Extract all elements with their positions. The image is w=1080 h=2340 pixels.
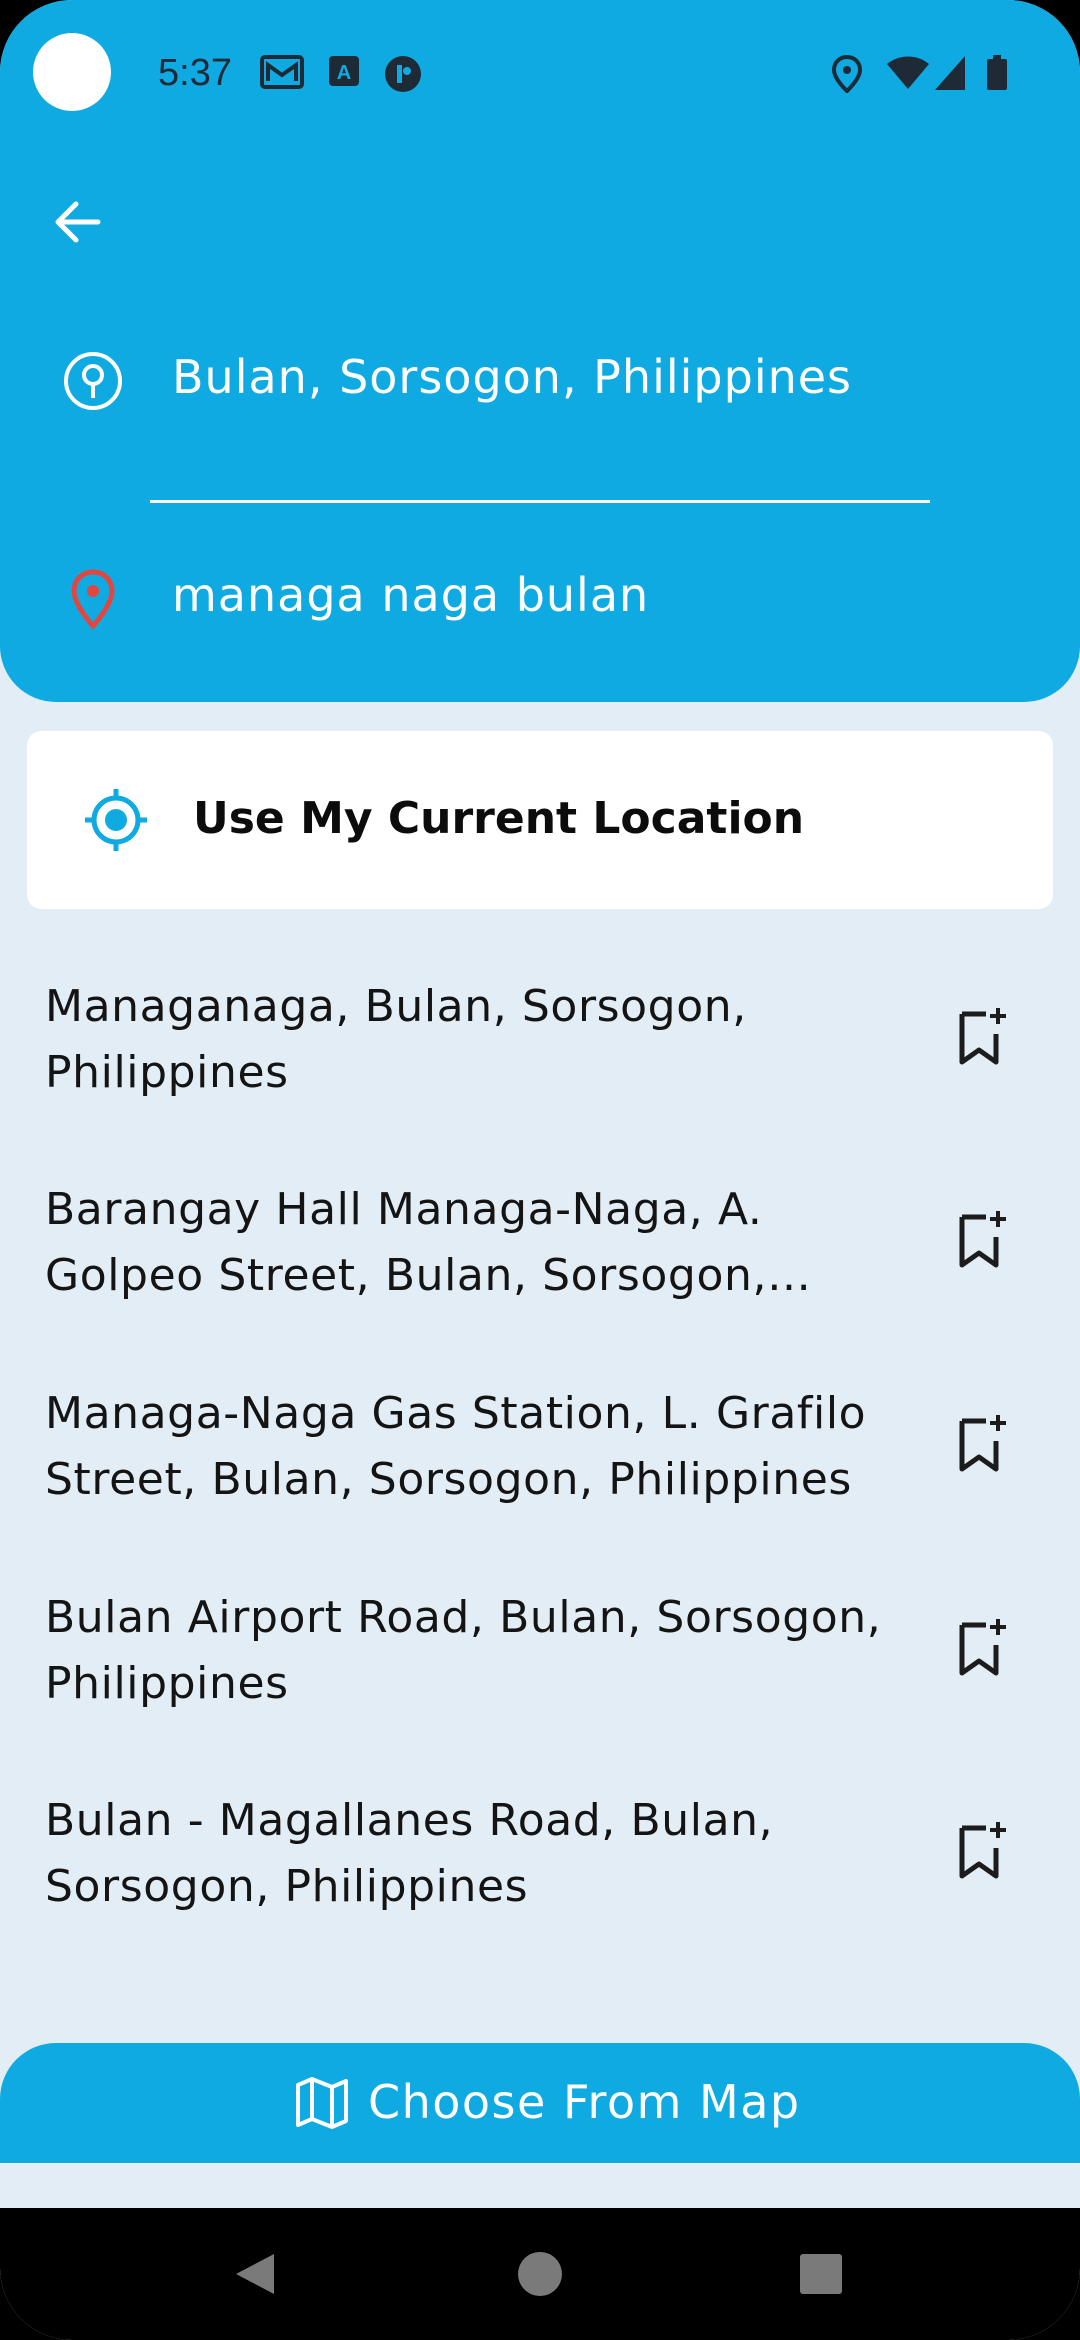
list-item[interactable]: Barangay Hall Managa-Naga, A. Golpeo Str… <box>0 1177 1080 1347</box>
destination-value[interactable]: managa naga bulan <box>172 568 649 622</box>
status-bar: 5:37 A <box>0 0 1080 150</box>
use-current-location-button[interactable]: Use My Current Location <box>27 731 1053 909</box>
choose-from-map-label: Choose From Map <box>368 2075 801 2129</box>
result-text: Managanaga, Bulan, Sorsogon, Philippines <box>45 981 747 1098</box>
use-current-location-label: Use My Current Location <box>193 793 805 844</box>
svg-text:A: A <box>337 62 351 84</box>
destination-field[interactable]: managa naga bulan <box>0 538 1080 658</box>
navigation-bar <box>0 2208 1080 2340</box>
result-text: Bulan Airport Road, Bulan, Sorsogon, Phi… <box>45 1592 882 1709</box>
nav-back-icon[interactable] <box>232 2250 278 2302</box>
choose-from-map-button[interactable]: Choose From Map <box>0 2043 1080 2163</box>
signal-icon <box>934 55 966 95</box>
wifi-icon <box>886 55 930 95</box>
origin-field[interactable]: Bulan, Sorsogon, Philippines <box>0 320 1080 440</box>
location-icon <box>831 54 863 97</box>
camera-cutout <box>33 33 111 111</box>
result-text: Barangay Hall Managa-Naga, A. Golpeo Str… <box>45 1184 768 1301</box>
gps-target-icon <box>83 787 149 853</box>
list-item[interactable]: Bulan - Magallanes Road, Bulan, Sorsogon… <box>0 1788 1080 1958</box>
gmail-icon <box>260 55 304 93</box>
screen: 5:37 A Bulan, Sorsogon, Philippines mana… <box>0 0 1080 2340</box>
text-icon: A <box>328 55 360 93</box>
nav-home-icon[interactable] <box>516 2250 564 2302</box>
list-item[interactable]: Managanaga, Bulan, Sorsogon, Philippines <box>0 974 1080 1144</box>
bookmark-add-icon[interactable] <box>952 1818 1012 1882</box>
origin-pin-icon <box>62 350 124 412</box>
list-item[interactable]: Managa-Naga Gas Station, L. Grafilo Stre… <box>0 1381 1080 1551</box>
bookmark-add-icon[interactable] <box>952 1207 1012 1271</box>
bookmark-add-icon[interactable] <box>952 1411 1012 1475</box>
result-text: Managa-Naga Gas Station, L. Grafilo Stre… <box>45 1388 867 1505</box>
list-item[interactable]: Bulan Airport Road, Bulan, Sorsogon, Phi… <box>0 1585 1080 1755</box>
map-icon <box>294 2075 350 2131</box>
bookmark-add-icon[interactable] <box>952 1004 1012 1068</box>
field-divider <box>150 500 930 503</box>
origin-value[interactable]: Bulan, Sorsogon, Philippines <box>172 350 852 404</box>
bookmark-add-icon[interactable] <box>952 1615 1012 1679</box>
header: 5:37 A Bulan, Sorsogon, Philippines mana… <box>0 0 1080 702</box>
back-arrow-icon[interactable] <box>48 192 108 252</box>
app-icon <box>384 55 422 97</box>
destination-pin-icon <box>62 568 124 630</box>
result-text: Bulan - Magallanes Road, Bulan, Sorsogon… <box>45 1795 774 1912</box>
nav-recents-icon[interactable] <box>798 2250 844 2302</box>
battery-icon <box>986 55 1008 95</box>
status-time: 5:37 <box>158 52 232 94</box>
